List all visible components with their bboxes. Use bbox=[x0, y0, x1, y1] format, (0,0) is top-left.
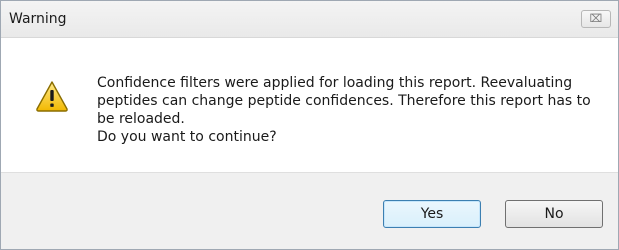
close-button[interactable]: ⌧ bbox=[581, 10, 611, 28]
message-text: Confidence filters were applied for load… bbox=[97, 74, 597, 146]
close-icon: ⌧ bbox=[589, 12, 603, 25]
button-bar: Yes No bbox=[1, 172, 618, 249]
warning-dialog: Warning ⌧ Confidence filters were applie… bbox=[0, 0, 619, 250]
window-title: Warning bbox=[9, 11, 67, 27]
title-bar[interactable]: Warning ⌧ bbox=[1, 1, 618, 38]
message-line: Do you want to continue? bbox=[97, 129, 277, 145]
warning-triangle-icon bbox=[36, 81, 68, 112]
yes-button[interactable]: Yes bbox=[383, 200, 481, 228]
no-button[interactable]: No bbox=[505, 200, 603, 228]
message-line: peptides can change peptide confidences.… bbox=[97, 93, 591, 109]
message-line: be reloaded. bbox=[97, 111, 185, 127]
dialog-content: Confidence filters were applied for load… bbox=[1, 38, 618, 175]
message-line: Confidence filters were applied for load… bbox=[97, 75, 573, 91]
